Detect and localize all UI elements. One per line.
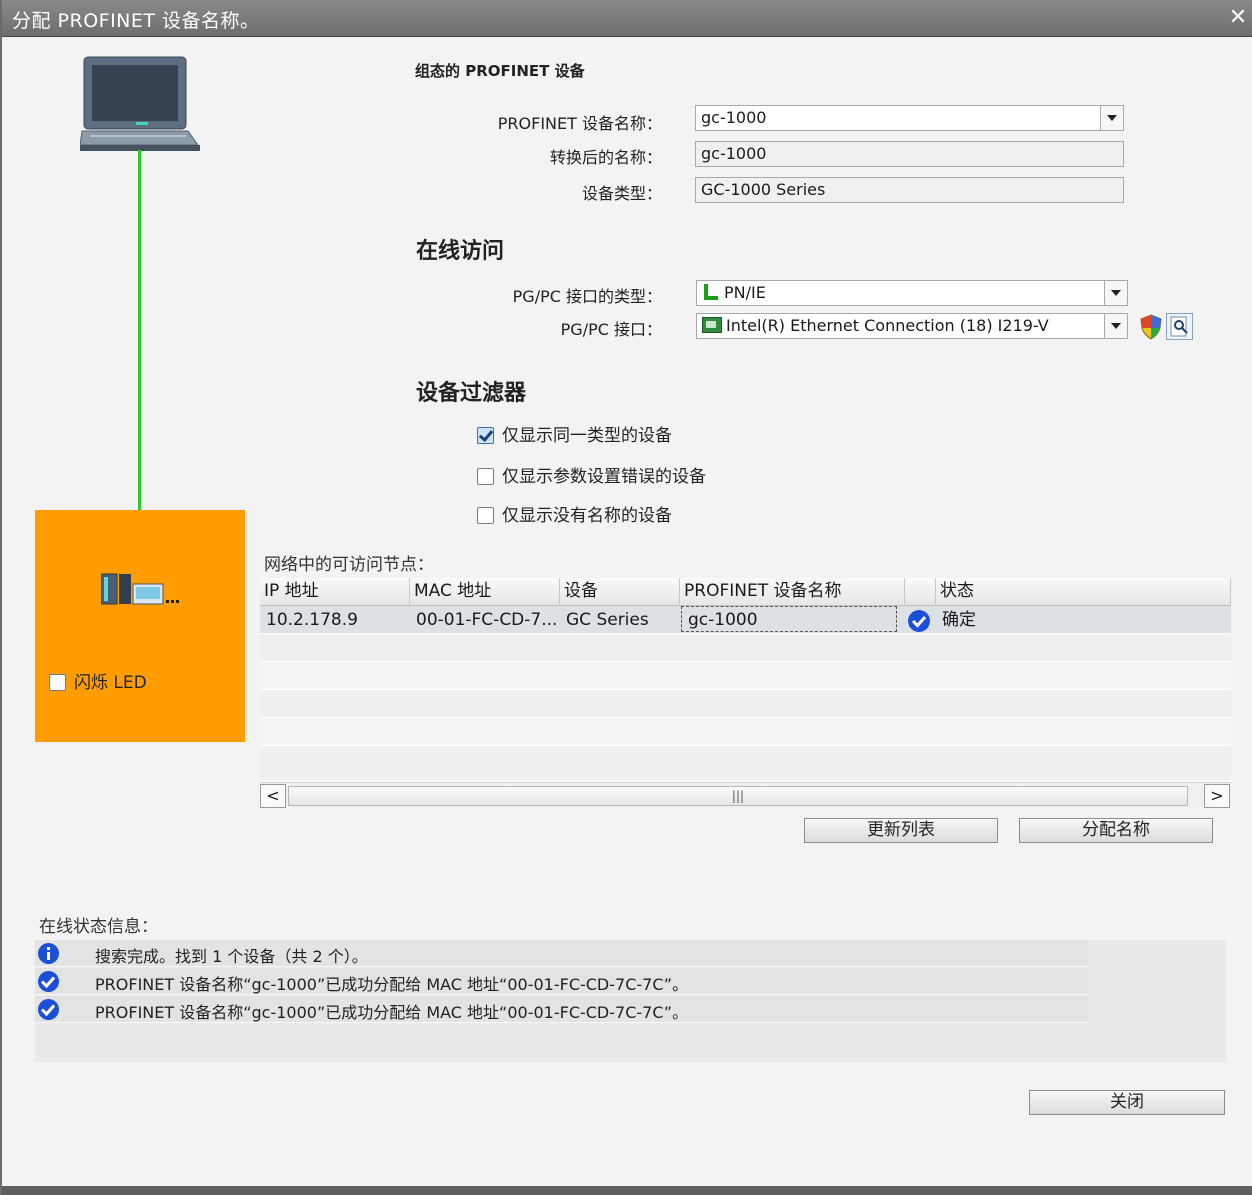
interface-type-select[interactable]: PN/IE (696, 280, 1128, 306)
status-message: PROFINET 设备名称“gc-1000”已成功分配给 MAC 地址“00-0… (35, 968, 1088, 995)
bottom-border (2, 1186, 1252, 1195)
col-device[interactable]: 设备 (560, 578, 680, 606)
device-icon (101, 573, 179, 605)
scroll-right-icon[interactable]: > (1204, 784, 1230, 808)
filter-param-error[interactable]: 仅显示参数设置错误的设备 (477, 462, 706, 487)
online-access-heading: 在线访问 (416, 239, 505, 264)
filter-param-error-checkbox[interactable] (477, 468, 494, 485)
status-message-text: 搜索完成。找到 1 个设备（共 2 个）。 (95, 947, 368, 966)
flash-led-box[interactable] (49, 674, 66, 691)
row-profinet-name[interactable]: gc-1000 (681, 606, 897, 632)
scroll-left-icon[interactable]: < (260, 784, 286, 808)
refresh-list-button[interactable]: 更新列表 (804, 818, 998, 843)
check-icon (38, 999, 59, 1020)
converted-name-label: 转换后的名称： (549, 148, 662, 167)
interface-value: Intel(R) Ethernet Connection (18) I219-V (726, 316, 1049, 335)
status-message-text: PROFINET 设备名称“gc-1000”已成功分配给 MAC 地址“00-0… (95, 975, 689, 994)
title-bar[interactable]: 分配 PROFINET 设备名称。 ✕ (2, 0, 1252, 37)
table-row (260, 690, 1231, 718)
device-type-label: 设备类型： (581, 184, 662, 203)
col-profinet-name[interactable]: PROFINET 设备名称 (680, 578, 905, 606)
info-icon (38, 943, 59, 964)
horizontal-scrollbar[interactable]: < ||| > (260, 782, 1231, 809)
col-mac[interactable]: MAC 地址 (410, 578, 560, 606)
status-message: PROFINET 设备名称“gc-1000”已成功分配给 MAC 地址“00-0… (35, 996, 1088, 1023)
pn-ie-icon (702, 284, 718, 300)
scroll-thumb[interactable]: ||| (288, 786, 1188, 806)
chevron-down-icon[interactable] (1104, 314, 1127, 338)
device-name-label: PROFINET 设备名称： (497, 114, 662, 133)
row-ip: 10.2.178.9 (266, 610, 358, 630)
assign-name-button[interactable]: 分配名称 (1019, 818, 1213, 843)
dialog-title: 分配 PROFINET 设备名称。 (12, 10, 260, 32)
interface-select[interactable]: Intel(R) Ethernet Connection (18) I219-V (696, 313, 1128, 339)
shield-icon[interactable] (1139, 314, 1163, 340)
filter-param-error-label: 仅显示参数设置错误的设备 (502, 467, 706, 487)
filter-no-name[interactable]: 仅显示没有名称的设备 (477, 501, 672, 526)
device-type-field: GC-1000 Series (695, 177, 1124, 203)
network-card-icon (702, 317, 722, 333)
filter-no-name-checkbox[interactable] (477, 507, 494, 524)
pc-icon (80, 56, 200, 151)
row-mac: 00-01-FC-CD-7... (416, 610, 556, 630)
table-row (260, 634, 1231, 662)
network-link-line (138, 150, 141, 570)
magnifier-icon (1170, 316, 1188, 337)
interface-type-label: PG/PC 接口的类型： (512, 287, 662, 306)
close-button[interactable]: 关闭 (1029, 1090, 1225, 1115)
table-row (260, 662, 1231, 690)
filter-same-type-checkbox[interactable] (477, 427, 494, 444)
device-type-value: GC-1000 Series (701, 180, 826, 199)
table-row (260, 746, 1231, 782)
device-name-value: gc-1000 (701, 108, 767, 127)
col-ip[interactable]: IP 地址 (260, 578, 410, 606)
row-status: 确定 (942, 610, 976, 630)
col-status[interactable]: 状态 (936, 578, 1231, 606)
online-status-heading: 在线状态信息： (39, 917, 158, 937)
filter-same-type[interactable]: 仅显示同一类型的设备 (477, 421, 672, 446)
filter-no-name-label: 仅显示没有名称的设备 (502, 506, 672, 526)
check-icon (38, 971, 59, 992)
assign-name-dialog: 分配 PROFINET 设备名称。 ✕ 闪烁 LED 组态的 PROFINET … (0, 0, 1252, 1195)
converted-name-field: gc-1000 (695, 141, 1124, 167)
configured-device-heading: 组态的 PROFINET 设备 (415, 62, 585, 80)
chevron-down-icon[interactable] (1104, 281, 1127, 305)
device-filter-heading: 设备过滤器 (416, 381, 527, 406)
close-icon[interactable]: ✕ (1224, 4, 1252, 32)
status-messages: 搜索完成。找到 1 个设备（共 2 个）。 PROFINET 设备名称“gc-1… (35, 940, 1226, 1062)
check-icon (908, 610, 930, 632)
chevron-down-icon[interactable] (1100, 106, 1123, 130)
col-status-icon[interactable] (905, 578, 936, 606)
properties-button[interactable] (1166, 313, 1193, 340)
converted-name-value: gc-1000 (701, 144, 767, 163)
status-message: 搜索完成。找到 1 个设备（共 2 个）。 (35, 940, 1088, 967)
row-device: GC Series (566, 610, 649, 630)
target-device-panel: 闪烁 LED (35, 510, 245, 742)
interface-type-value: PN/IE (724, 283, 766, 302)
filter-same-type-label: 仅显示同一类型的设备 (502, 426, 672, 446)
device-name-select[interactable]: gc-1000 (695, 105, 1124, 131)
accessible-nodes-heading: 网络中的可访问节点： (264, 555, 434, 575)
status-message-text: PROFINET 设备名称“gc-1000”已成功分配给 MAC 地址“00-0… (95, 1003, 689, 1022)
flash-led-checkbox[interactable]: 闪烁 LED (49, 668, 147, 693)
table-row (260, 718, 1231, 746)
table-row[interactable]: 10.2.178.9 00-01-FC-CD-7... GC Series gc… (260, 606, 1231, 634)
accessible-nodes-table: IP 地址 MAC 地址 设备 PROFINET 设备名称 状态 10.2.17… (260, 578, 1231, 809)
interface-label: PG/PC 接口： (560, 320, 662, 339)
flash-led-label: 闪烁 LED (74, 673, 147, 693)
